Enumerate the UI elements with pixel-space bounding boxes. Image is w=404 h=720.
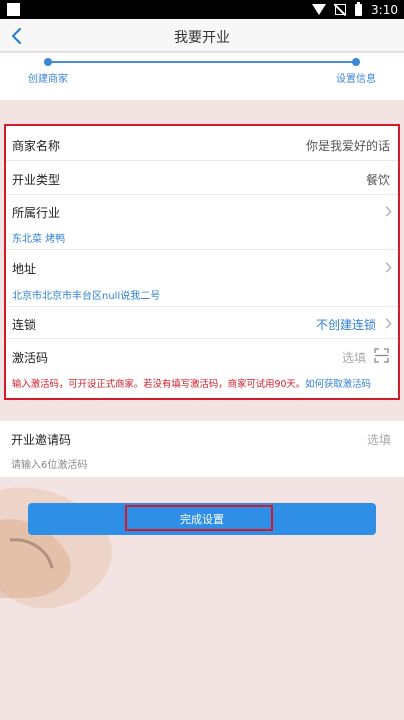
row-industry[interactable]: 所属行业 东北菜 烤鸭 (6, 195, 398, 250)
row-business-type[interactable]: 开业类型 餐饮 (6, 161, 398, 195)
merchant-name-value: 你是我爱好的话 (305, 139, 390, 153)
activation-hint: 输入激活码，可开设正式商家。若没有填写激活码，商家可试用90天。如何获取激活码 (12, 376, 371, 390)
step-label-create: 创建商家 (28, 74, 68, 85)
address-value: 北京市北京市丰台区null说我二号 (12, 291, 161, 302)
page-title: 我要开业 (174, 30, 230, 46)
chain-label: 连锁 (12, 318, 37, 332)
step-dot-2 (352, 58, 360, 66)
business-type-label: 开业类型 (12, 173, 61, 187)
activation-hint-text: 输入激活码，可开设正式商家。若没有填写激活码，商家可试用90天。 (12, 379, 306, 390)
status-icons: 3:10 (312, 1, 398, 18)
invite-code-label: 开业邀请码 (11, 433, 72, 447)
industry-label: 所属行业 (12, 206, 61, 220)
step-dot-1 (44, 58, 52, 66)
business-type-value: 餐饮 (365, 173, 390, 187)
invite-code-section: 开业邀请码 选填 请输入6位激活码 (0, 421, 404, 477)
row-activation-code: 激活码 选填 输入激活码，可开设正式商家。若没有填写激活码，商家可试用90天。如… (6, 339, 398, 400)
merchant-name-label: 商家名称 (12, 139, 61, 153)
scan-icon[interactable] (374, 348, 389, 363)
merchant-info-form: 商家名称 你是我爱好的话 开业类型 餐饮 所属行业 东北菜 烤鸭 地址 北京市北… (4, 124, 400, 400)
row-chain[interactable]: 连锁 不创建连锁 (6, 307, 398, 339)
chevron-right-icon (381, 206, 392, 217)
invite-code-hint: 请输入6位激活码 (11, 460, 88, 471)
activation-input[interactable]: 选填 (342, 349, 366, 366)
background-illustration (0, 487, 112, 609)
chevron-right-icon (381, 262, 392, 273)
status-time: 3:10 (371, 2, 398, 17)
activation-help-link[interactable]: 如何获取激活码 (305, 379, 371, 390)
stepper-line (48, 61, 356, 63)
complete-setup-button[interactable]: 完成设置 (28, 503, 376, 535)
activation-label: 激活码 (12, 351, 49, 365)
status-bar: 3:10 (0, 0, 404, 19)
industry-value: 东北菜 烤鸭 (12, 234, 66, 245)
no-signal-icon (335, 4, 347, 15)
row-address[interactable]: 地址 北京市北京市丰台区null说我二号 (6, 250, 398, 307)
chevron-right-icon (381, 318, 392, 329)
step-label-settings: 设置信息 (336, 74, 376, 85)
app-header: 我要开业 (0, 19, 404, 52)
invite-code-input[interactable]: 选填 (367, 431, 391, 448)
wifi-icon (312, 4, 327, 15)
complete-setup-label: 完成设置 (180, 513, 224, 526)
chain-value: 不创建连锁 (315, 318, 376, 332)
battery-icon (355, 1, 363, 16)
progress-stepper: 创建商家 设置信息 (0, 53, 404, 100)
row-merchant-name[interactable]: 商家名称 你是我爱好的话 (6, 126, 398, 161)
notification-icon (7, 3, 20, 16)
address-label: 地址 (12, 262, 37, 276)
